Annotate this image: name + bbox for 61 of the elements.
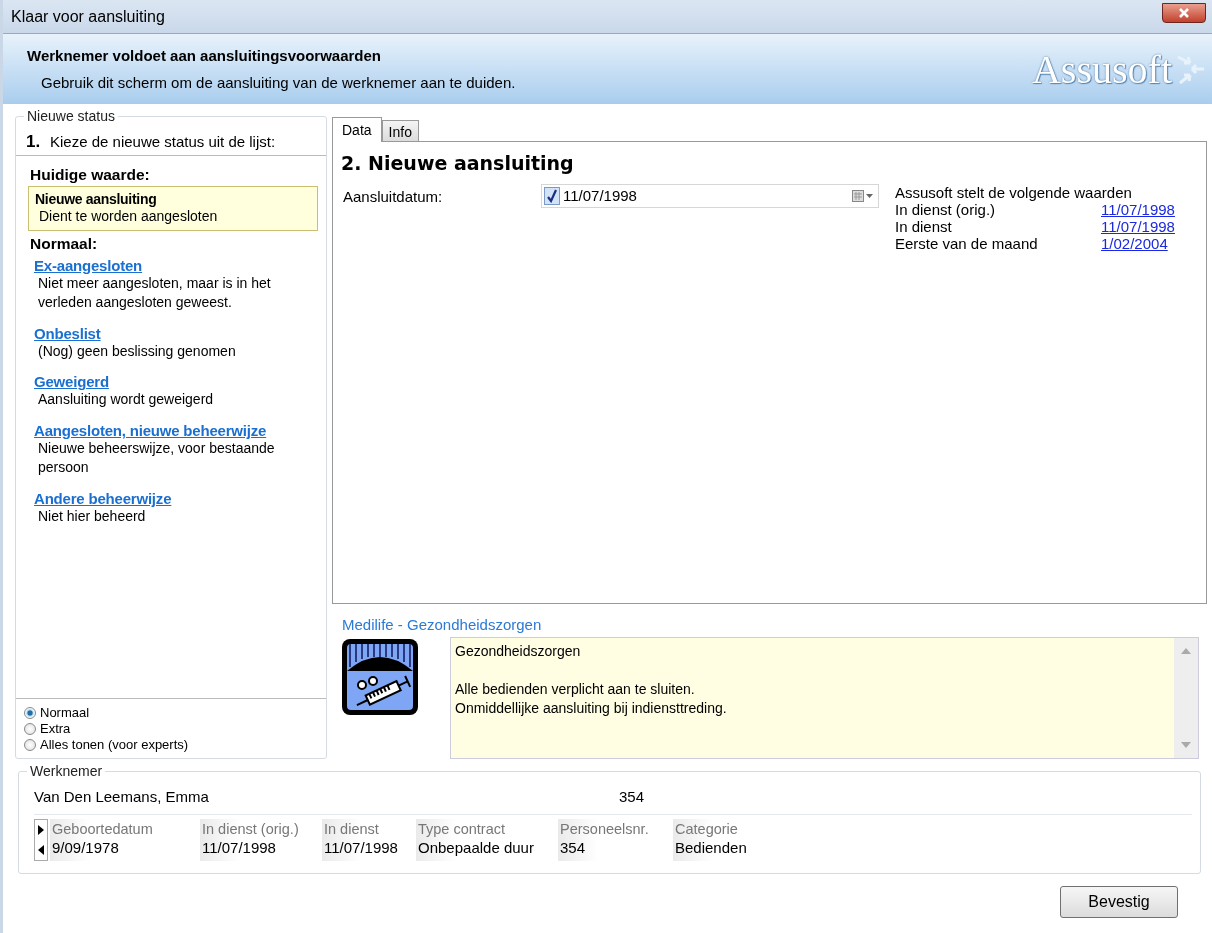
header-subtitle: Gebruik dit scherm om de aansluiting van de werknemer aan te duiden. <box>40 74 517 91</box>
status-title: Nieuwe aansluiting <box>35 190 158 207</box>
status-link[interactable]: Andere beheerwijze <box>34 490 172 508</box>
status-link[interactable]: Geweigerd <box>34 373 109 391</box>
close-icon <box>1178 6 1190 19</box>
date-field[interactable]: 11/07/1998 <box>541 183 879 208</box>
employee-name: Van Den Leemans, Emma <box>34 788 210 805</box>
header-title: Werknemer voldoet aan aansluitingsvoorwaarden <box>27 47 382 64</box>
employee-number: 354 <box>619 788 645 805</box>
close-button[interactable] <box>1162 2 1206 23</box>
section-heading: Huidige waarde: <box>30 165 151 184</box>
plan-title: Medilife - Gezondheidszorgen <box>342 616 543 633</box>
tab[interactable]: Data <box>332 116 382 142</box>
checkbox[interactable] <box>544 186 560 205</box>
status-link[interactable]: Ex-aangesloten <box>34 256 143 274</box>
column-header: Personeelsnr. <box>559 820 650 839</box>
date-link[interactable]: 11/07/1998 <box>1101 200 1191 218</box>
date-link[interactable]: 1/02/2004 <box>1101 234 1191 252</box>
logo: Assusoft <box>1031 45 1172 93</box>
calendar-icon[interactable] <box>852 189 874 202</box>
date-link[interactable]: 11/07/1998 <box>1101 217 1191 235</box>
status-description: Aansluiting wordt geweigerd <box>37 390 215 410</box>
step-number: 1. <box>26 133 38 151</box>
table-cell-text: Bedienden <box>674 839 748 856</box>
table-cell-text: 354 <box>559 839 587 856</box>
table-cell-text: 9/09/1978 <box>51 839 120 856</box>
section-title: 2. Nieuwe aansluiting <box>341 151 575 174</box>
section-heading: Normaal: <box>30 234 99 253</box>
tab[interactable]: Info <box>381 119 419 141</box>
suggestion-label: In dienst <box>895 217 952 235</box>
group-legend: Nieuwe status <box>24 108 118 124</box>
status-description: Niet meer aangesloten, maar is in het verleden aangesloten geweest. <box>37 274 272 312</box>
radio-option[interactable]: Normaal <box>24 705 90 720</box>
confirm-button[interactable]: Bevestig <box>1060 886 1178 918</box>
status-link[interactable]: Onbeslist <box>34 324 101 342</box>
group-legend: Werknemer <box>27 763 106 779</box>
table-cell-text: 11/07/1998 <box>323 839 399 856</box>
status-link[interactable]: Aangesloten, nieuwe beheerwijze <box>34 422 267 440</box>
suggestion-label: In dienst (orig.) <box>895 200 996 218</box>
plan-description: Gezondheidszorgen Alle bedienden verplicht aan te sluiten. Onmiddellijke aansluiting bij indiensttreding. <box>454 642 728 718</box>
status-description: (Nog) geen beslissing genomen <box>37 341 237 361</box>
previous-arrow-icon[interactable] <box>37 845 45 855</box>
status-description: Niet hier beheerd <box>37 507 147 526</box>
status-description: Nieuwe beheerswijze, voor bestaande persoon <box>37 439 276 478</box>
radio-option[interactable]: Alles tonen (voor experts) <box>24 737 189 752</box>
instruction-text: Kieze de nieuwe status uit de lijst: <box>50 133 276 151</box>
next-arrow-icon[interactable] <box>37 825 45 835</box>
column-header: Type contract <box>417 820 507 839</box>
status-description: Dient te worden aangesloten <box>38 207 219 226</box>
column-header: Categorie <box>674 820 739 839</box>
window-title: Klaar voor aansluiting <box>11 7 165 26</box>
syringe-pills-icon <box>340 637 420 717</box>
field-label: Aansluitdatum: <box>342 186 444 205</box>
suggestion-label: Eerste van de maand <box>895 234 1038 252</box>
column-header: In dienst <box>323 820 380 839</box>
suggestion-heading: Assusoft stelt de volgende waarden <box>895 183 1133 201</box>
table-cell-text: 11/07/1998 <box>201 839 277 856</box>
column-header: In dienst (orig.) <box>201 820 300 839</box>
radio-option[interactable]: Extra <box>24 721 71 736</box>
column-header: Geboortedatum <box>51 820 154 839</box>
table-cell-text: Onbepaalde duur <box>417 839 535 856</box>
